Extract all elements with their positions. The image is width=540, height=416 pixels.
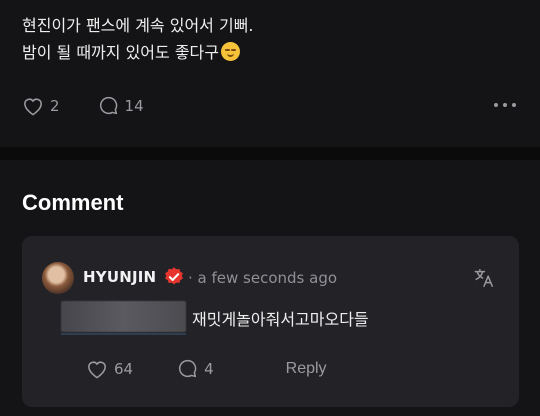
- post-text: 현진이가 팬스에 계속 있어서 기뻐. 밤이 될 때까지 있어도 좋다구: [22, 12, 254, 66]
- comment-replies-button[interactable]: 4: [177, 358, 214, 379]
- comment-bubble-icon: [179, 359, 197, 378]
- post-comment-count: 14: [124, 96, 144, 115]
- heart-icon: [88, 361, 106, 379]
- more-options-icon[interactable]: [494, 103, 516, 107]
- comment-text: 재밋게놀아줘서고마오다들: [192, 310, 369, 329]
- post-like-count: 2: [50, 96, 60, 115]
- post-comment-button[interactable]: 14: [98, 95, 144, 116]
- post-actions: 2 14: [22, 95, 144, 116]
- section-divider: [0, 147, 540, 160]
- translate-icon[interactable]: [473, 267, 495, 289]
- comment-actions: 64 4 Reply: [86, 358, 327, 379]
- post-like-button[interactable]: 2: [22, 96, 60, 116]
- post-text-line-1: 현진이가 팬스에 계속 있어서 기뻐.: [22, 16, 254, 35]
- comment-like-button[interactable]: 64: [86, 359, 133, 379]
- comment-card: HYUNJIN · a few seconds ago 재밋게놀아줘서고마오다들…: [22, 236, 519, 407]
- comment-like-count: 64: [114, 359, 134, 378]
- comment-bubble-icon: [99, 96, 117, 115]
- blurred-image-underline: [61, 333, 186, 335]
- comment-timestamp: · a few seconds ago: [188, 269, 338, 287]
- comment-author[interactable]: HYUNJIN: [83, 268, 156, 286]
- post-text-line-2: 밤이 될 때까지 있어도 좋다구: [22, 39, 254, 66]
- post-text-line-2-content: 밤이 될 때까지 있어도 좋다구: [22, 43, 219, 62]
- comment-reply-count: 4: [204, 359, 214, 378]
- avatar[interactable]: [42, 262, 74, 294]
- smirking-face-emoji-icon: [220, 42, 240, 61]
- heart-icon: [24, 98, 42, 116]
- post: 현진이가 팬스에 계속 있어서 기뻐. 밤이 될 때까지 있어도 좋다구 2 1…: [0, 0, 540, 147]
- comments-heading: Comment: [22, 190, 124, 215]
- reply-button[interactable]: Reply: [286, 360, 327, 378]
- blurred-image: [61, 301, 186, 332]
- verified-badge-icon: [165, 267, 183, 285]
